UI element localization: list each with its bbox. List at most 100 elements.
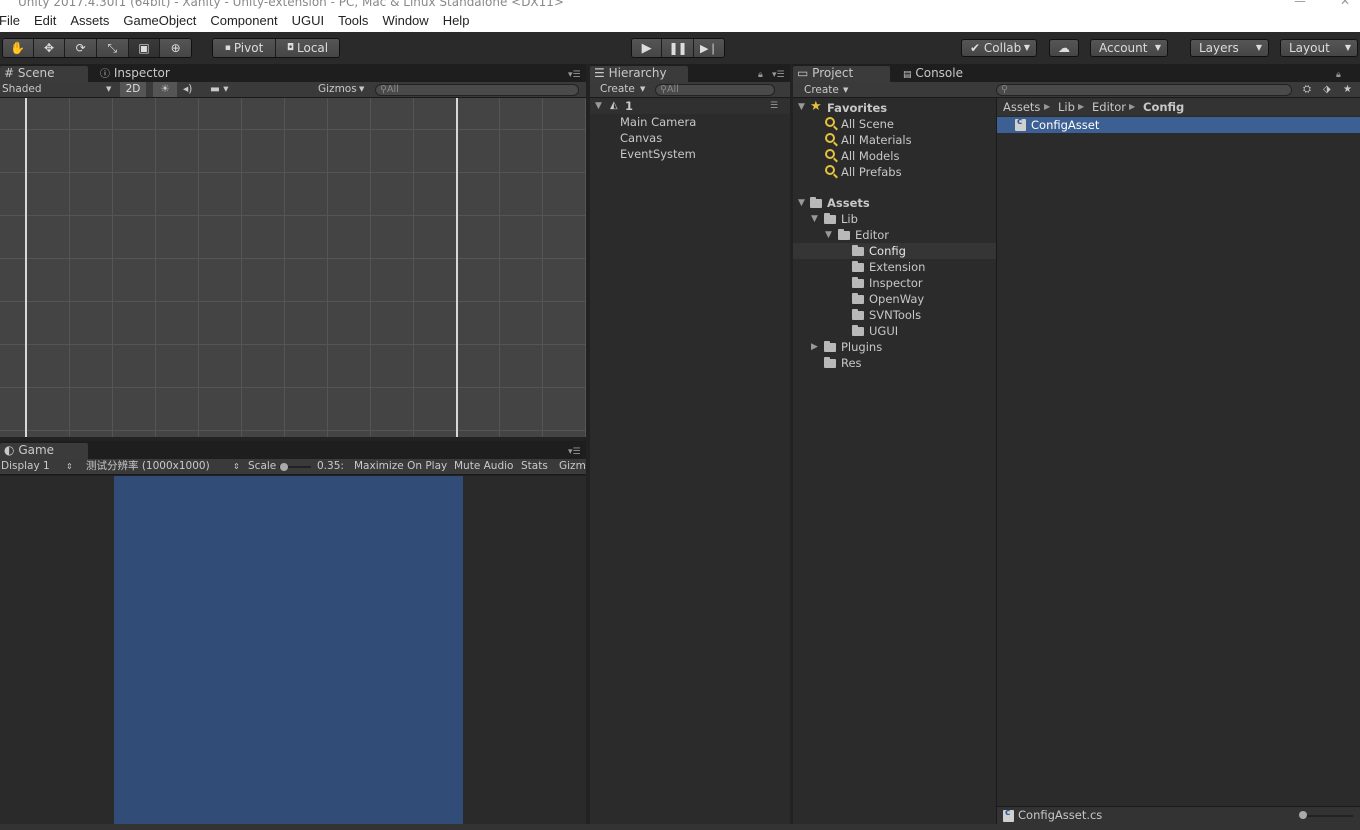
- effects-toggle-icon[interactable]: ▬ ▾: [210, 82, 229, 97]
- lighting-toggle-icon[interactable]: ☀: [153, 82, 177, 97]
- menu-edit[interactable]: Edit: [27, 10, 63, 32]
- game-gizmos-dropdown[interactable]: Gizmos: [559, 459, 586, 474]
- menu-help[interactable]: Help: [436, 10, 477, 32]
- res-folder[interactable]: Res: [841, 355, 862, 371]
- local-button[interactable]: ◘ Local: [276, 39, 339, 57]
- pivot-button[interactable]: ▪ Pivot: [213, 39, 277, 57]
- panel-menu-icon[interactable]: ▾☰: [568, 70, 581, 80]
- editor-child-folder[interactable]: Config: [869, 243, 906, 259]
- tab-inspector[interactable]: ⓘ Inspector: [96, 66, 186, 82]
- editor-folder[interactable]: Editor: [855, 227, 889, 243]
- lock-icon[interactable]: 🔒︎: [1336, 70, 1341, 80]
- project-search-input[interactable]: ⚲: [996, 84, 1292, 96]
- expand-triangle-icon[interactable]: ▼: [798, 102, 805, 112]
- shading-mode-dropdown[interactable]: Shaded: [2, 82, 42, 97]
- audio-toggle-icon[interactable]: ◂): [183, 82, 192, 97]
- project-create-dropdown[interactable]: Create: [804, 83, 839, 98]
- favorite-item[interactable]: All Models: [841, 148, 899, 164]
- search-icon: [825, 117, 835, 127]
- expand-triangle-icon[interactable]: ▼: [798, 198, 805, 208]
- csharp-script-icon: [1015, 117, 1026, 131]
- hierarchy-create-dropdown[interactable]: Create: [600, 82, 635, 97]
- mute-audio-toggle[interactable]: Mute Audio: [454, 459, 513, 474]
- expand-triangle-icon[interactable]: ▼: [825, 230, 832, 240]
- breadcrumb-item[interactable]: Editor: [1092, 99, 1126, 115]
- close-icon[interactable]: ✕: [1340, 0, 1350, 8]
- lock-icon[interactable]: 🔒︎: [758, 70, 763, 80]
- breadcrumb-item-current[interactable]: Config: [1143, 99, 1184, 115]
- transform-tool-icon[interactable]: ⊕: [160, 39, 191, 57]
- rect-tool-icon[interactable]: ▣: [128, 39, 161, 57]
- menu-gameobject[interactable]: GameObject: [116, 10, 203, 32]
- move-tool-icon[interactable]: ✥: [33, 39, 66, 57]
- menu-file[interactable]: File: [0, 10, 27, 32]
- stats-toggle[interactable]: Stats: [521, 459, 548, 474]
- game-view[interactable]: [0, 476, 586, 824]
- menu-component[interactable]: Component: [203, 10, 284, 32]
- editor-child-folder[interactable]: UGUI: [869, 323, 898, 339]
- display-dropdown[interactable]: Display 1: [1, 459, 50, 474]
- editor-child-folder[interactable]: SVNTools: [869, 307, 921, 323]
- cloud-button[interactable]: ☁: [1049, 39, 1079, 57]
- lib-folder[interactable]: Lib: [841, 211, 858, 227]
- filter-label-icon[interactable]: ⬗: [1323, 82, 1331, 97]
- icon-size-slider-thumb[interactable]: [1299, 811, 1307, 819]
- scene-menu-icon[interactable]: ☰: [770, 98, 778, 114]
- breadcrumb-item[interactable]: Assets: [1003, 99, 1040, 115]
- tab-scene[interactable]: # Scene: [0, 66, 88, 82]
- play-icon[interactable]: ▶: [632, 39, 663, 57]
- plugins-folder[interactable]: Plugins: [841, 339, 882, 355]
- maximize-on-play-toggle[interactable]: Maximize On Play: [354, 459, 447, 474]
- pause-icon[interactable]: ❚❚: [662, 39, 694, 57]
- hierarchy-item[interactable]: EventSystem: [620, 146, 696, 162]
- collab-dropdown[interactable]: ✔ Collab ▼: [961, 39, 1037, 57]
- favorite-star-icon[interactable]: ★: [1343, 82, 1352, 97]
- folder-icon: [838, 229, 850, 240]
- tab-game[interactable]: ◐ Game: [0, 443, 88, 459]
- step-icon[interactable]: ▶❘: [693, 39, 724, 57]
- panel-menu-icon[interactable]: ▾☰: [568, 447, 581, 457]
- favorites-header[interactable]: Favorites: [827, 100, 887, 116]
- scene-row[interactable]: ▼ ◭ 1 ☰: [590, 98, 790, 114]
- asset-item[interactable]: ConfigAsset: [1031, 117, 1099, 133]
- expand-triangle-icon[interactable]: ▼: [811, 214, 818, 224]
- favorite-item[interactable]: All Scene: [841, 116, 894, 132]
- favorite-item[interactable]: All Materials: [841, 132, 912, 148]
- editor-child-folder[interactable]: OpenWay: [869, 291, 924, 307]
- breadcrumb-item[interactable]: Lib: [1058, 99, 1075, 115]
- editor-child-folder[interactable]: Extension: [869, 259, 925, 275]
- gizmos-dropdown[interactable]: Gizmos: [318, 82, 357, 97]
- hierarchy-item[interactable]: Main Camera: [620, 114, 696, 130]
- hand-tool-icon[interactable]: ✋: [3, 39, 34, 57]
- panel-menu-icon[interactable]: ▾☰: [772, 70, 785, 80]
- hierarchy-search-input[interactable]: ⚲All: [655, 84, 775, 96]
- resolution-dropdown[interactable]: 测试分辨率 (1000x1000): [86, 459, 210, 474]
- favorite-item[interactable]: All Prefabs: [841, 164, 902, 180]
- hierarchy-item[interactable]: Canvas: [620, 130, 662, 146]
- tab-project[interactable]: ▭ Project: [793, 66, 890, 82]
- scene-search-input[interactable]: ⚲All: [375, 84, 579, 96]
- filter-type-icon[interactable]: ⛭: [1303, 82, 1311, 97]
- tab-console[interactable]: ▤ Console: [899, 66, 989, 82]
- collapse-triangle-icon[interactable]: ▶: [811, 342, 818, 352]
- info-icon: ⓘ: [100, 69, 110, 80]
- account-dropdown[interactable]: Account ▼: [1090, 39, 1168, 57]
- menu-window[interactable]: Window: [375, 10, 435, 32]
- tab-hierarchy[interactable]: ☰ Hierarchy: [590, 66, 688, 82]
- scale-tool-icon[interactable]: ⤡: [97, 39, 129, 57]
- menu-assets[interactable]: Assets: [63, 10, 116, 32]
- expand-triangle-icon[interactable]: ▼: [595, 98, 602, 114]
- rotate-tool-icon[interactable]: ⟳: [65, 39, 98, 57]
- layers-dropdown[interactable]: Layers ▼: [1190, 39, 1269, 57]
- mode-2d-toggle[interactable]: 2D: [120, 82, 146, 97]
- menu-tools[interactable]: Tools: [331, 10, 375, 32]
- minimize-icon[interactable]: —: [1294, 0, 1306, 8]
- scale-slider-thumb[interactable]: [280, 463, 288, 471]
- playback-controls: ▶ ❚❚ ▶❘: [631, 38, 725, 58]
- assets-folder[interactable]: Assets: [827, 195, 870, 211]
- menu-ugui[interactable]: UGUI: [285, 10, 332, 32]
- scene-view[interactable]: [0, 98, 586, 437]
- layout-dropdown[interactable]: Layout ▼: [1280, 39, 1358, 57]
- icon-size-slider-track[interactable]: [1301, 815, 1353, 817]
- editor-child-folder[interactable]: Inspector: [869, 275, 923, 291]
